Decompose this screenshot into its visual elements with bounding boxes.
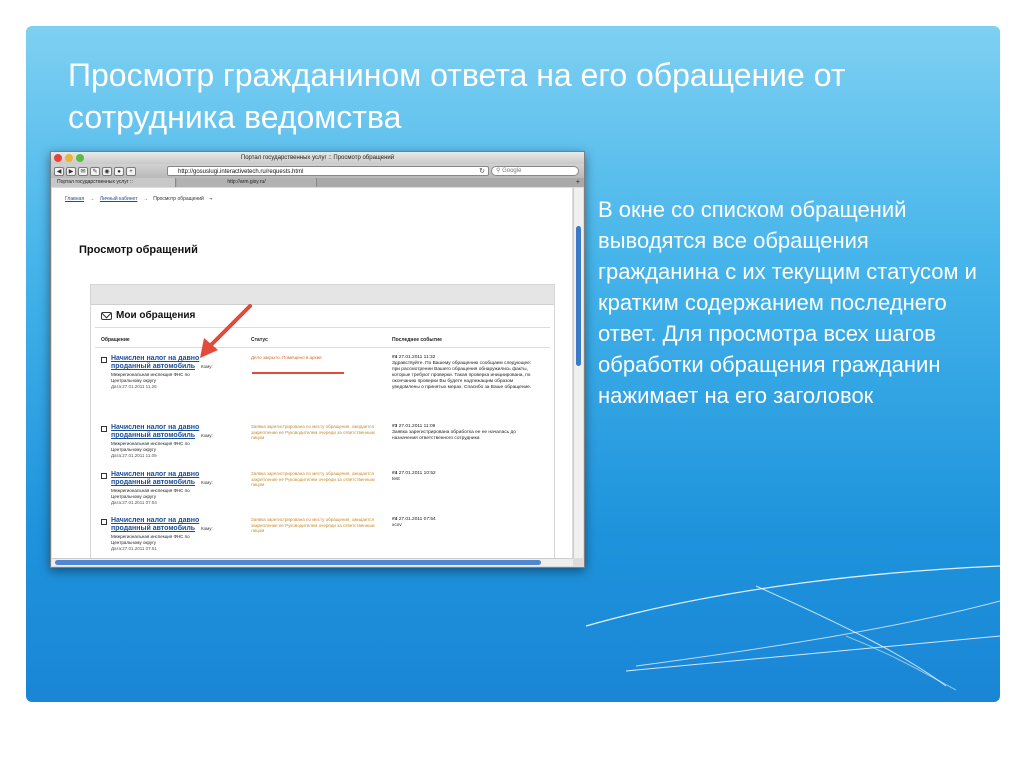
horizontal-scrollbar[interactable] — [52, 558, 573, 566]
slide-description: В окне со списком обращений выводятся вс… — [598, 197, 977, 408]
search-icon: ⚲ — [496, 168, 501, 174]
edit-icon[interactable]: ✎ — [90, 166, 100, 176]
url-text: http://gosuslugi.interactivetech.ru/requ… — [178, 169, 304, 175]
slide: Просмотр гражданином ответа на его обращ… — [26, 26, 1000, 702]
reload-icon[interactable]: ↻ — [479, 167, 485, 177]
back-button[interactable]: ◀ — [54, 166, 64, 176]
forward-button[interactable]: ▶ — [66, 166, 76, 176]
search-field[interactable]: ⚲ Google — [491, 166, 579, 176]
tab-bar: Портал государственных услуг :: http://a… — [51, 178, 584, 187]
vertical-scrollbar-thumb[interactable] — [576, 226, 581, 366]
browser-window: Портал государственных услуг :: Просмотр… — [50, 151, 585, 568]
horizontal-scrollbar-thumb[interactable] — [55, 560, 541, 565]
info-icon[interactable]: ● — [114, 166, 124, 176]
address-bar[interactable]: http://gosuslugi.interactivetech.ru/requ… — [167, 166, 489, 176]
tab-portal[interactable]: Портал государственных услуг :: — [51, 178, 176, 187]
window-controls — [54, 154, 84, 162]
zoom-window-button[interactable] — [76, 154, 84, 162]
close-window-button[interactable] — [54, 154, 62, 162]
bookmarks-icon[interactable]: ✉ — [78, 166, 88, 176]
browser-titlebar: Портал государственных услуг :: Просмотр… — [51, 152, 584, 164]
tab-arm[interactable]: http://arm.gisy.ru/ — [177, 178, 317, 187]
slide-title: Просмотр гражданином ответа на его обращ… — [68, 57, 846, 135]
search-placeholder: Google — [502, 168, 522, 174]
add-bookmark-button[interactable]: + — [126, 166, 136, 176]
vertical-scrollbar[interactable] — [573, 188, 583, 558]
new-tab-button[interactable]: + — [576, 178, 580, 187]
red-arrow-annotation — [200, 304, 252, 358]
minimize-window-button[interactable] — [65, 154, 73, 162]
browser-toolbar: ◀ ▶ ✉ ✎ ◉ ● + http://gosuslugi.interacti… — [51, 164, 584, 178]
history-icon[interactable]: ◉ — [102, 166, 112, 176]
page-content: Главная → Личный кабинет → Просмотр обра… — [52, 188, 572, 558]
window-title: Портал государственных услуг :: Просмотр… — [240, 155, 395, 161]
